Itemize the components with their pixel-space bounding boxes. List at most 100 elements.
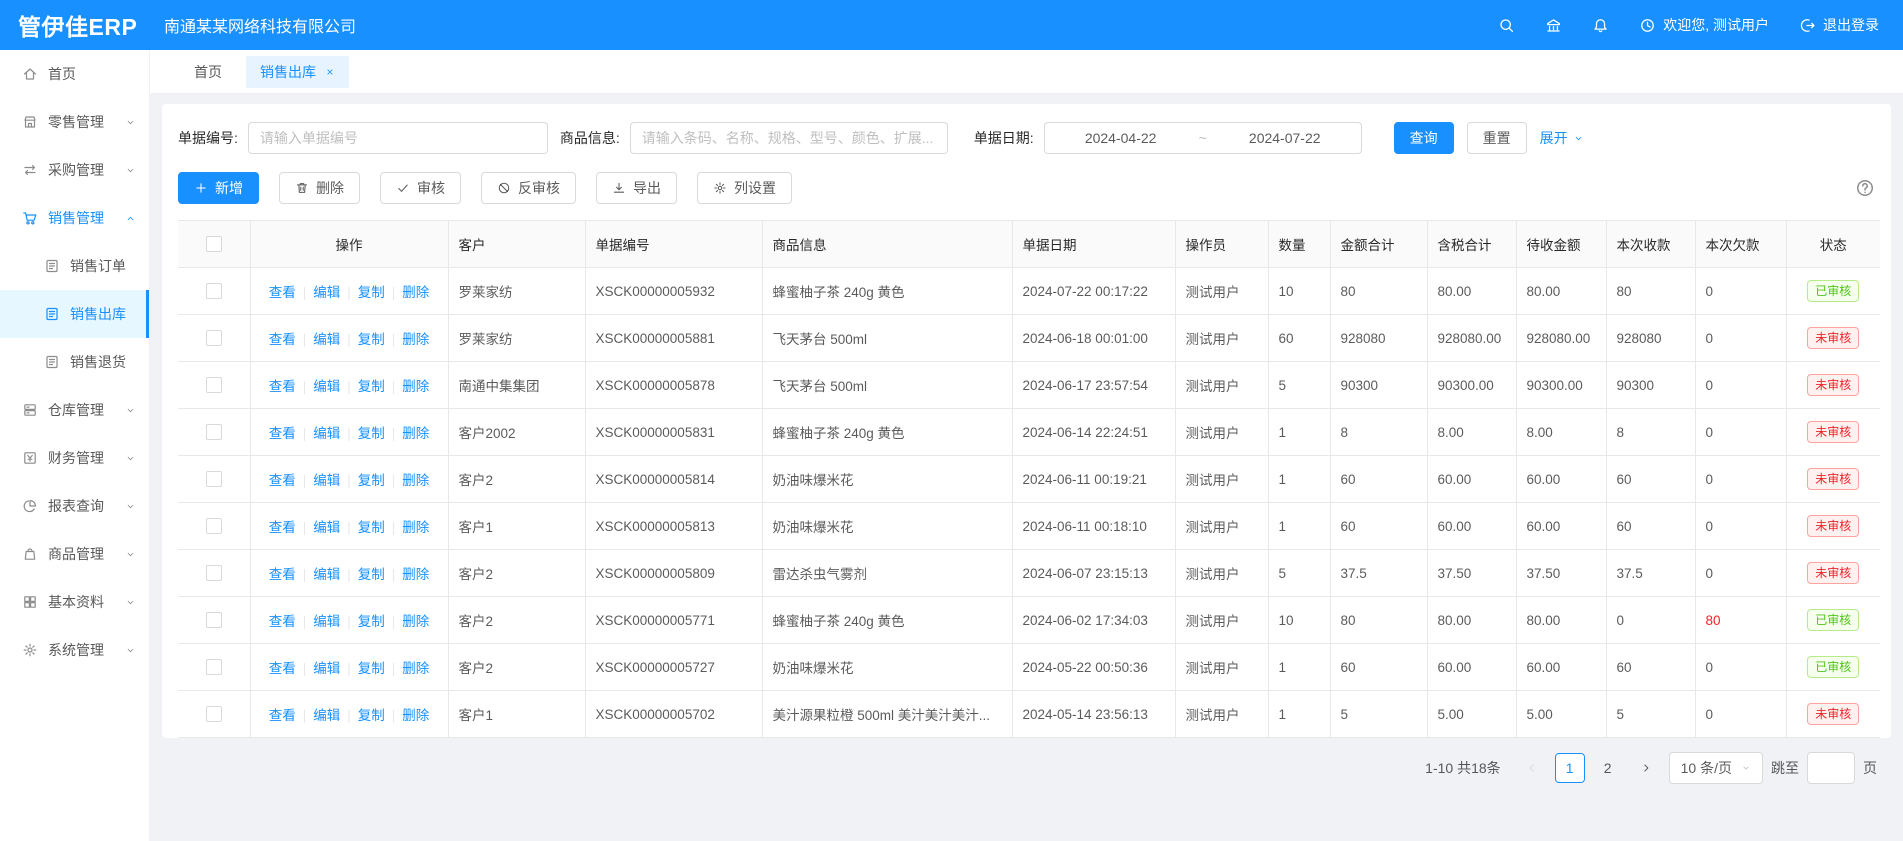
logout-button[interactable]: 退出登录 [1799,15,1879,35]
column-header[interactable]: 单据编号 [585,221,762,268]
row-action-view[interactable]: 查看 [269,332,296,347]
page-size-select[interactable]: 10 条/页 [1669,752,1763,784]
row-action-edit[interactable]: 编辑 [313,614,340,629]
bill-no-input[interactable] [248,122,548,154]
search-icon[interactable] [1498,17,1515,34]
column-settings-button[interactable]: 列设置 [697,172,792,204]
row-action-view[interactable]: 查看 [269,614,296,629]
row-checkbox[interactable] [206,565,222,581]
row-checkbox[interactable] [206,330,222,346]
row-action-copy[interactable]: 复制 [358,708,385,723]
row-action-edit[interactable]: 编辑 [313,473,340,488]
page-button-2[interactable]: 2 [1593,753,1623,783]
export-button[interactable]: 导出 [596,172,677,204]
row-checkbox[interactable] [206,377,222,393]
column-header[interactable]: 含税合计 [1427,221,1516,268]
row-action-copy[interactable]: 复制 [358,473,385,488]
sidebar-item-warehouse[interactable]: 仓库管理 [0,386,149,434]
add-button[interactable]: 新增 [178,172,259,204]
row-action-copy[interactable]: 复制 [358,567,385,582]
sidebar-item-sales-outbound[interactable]: 销售出库 [0,290,149,338]
row-action-edit[interactable]: 编辑 [313,332,340,347]
column-header[interactable]: 本次收款 [1606,221,1695,268]
row-action-view[interactable]: 查看 [269,708,296,723]
row-action-copy[interactable]: 复制 [358,661,385,676]
row-action-view[interactable]: 查看 [269,285,296,300]
date-end[interactable]: 2024-07-22 [1209,130,1361,146]
column-header[interactable]: 状态 [1786,221,1880,268]
row-action-edit[interactable]: 编辑 [313,426,340,441]
unaudit-button[interactable]: 反审核 [481,172,576,204]
bell-icon[interactable] [1592,17,1609,34]
row-checkbox[interactable] [206,471,222,487]
sidebar-item-basic-data[interactable]: 基本资料 [0,578,149,626]
row-action-view[interactable]: 查看 [269,473,296,488]
sidebar-item-system[interactable]: 系统管理 [0,626,149,674]
column-header[interactable]: 客户 [448,221,585,268]
row-action-delete[interactable]: 删除 [402,426,429,441]
row-checkbox[interactable] [206,612,222,628]
row-action-view[interactable]: 查看 [269,661,296,676]
row-action-copy[interactable]: 复制 [358,426,385,441]
column-header[interactable]: 单据日期 [1012,221,1175,268]
row-action-view[interactable]: 查看 [269,567,296,582]
bank-icon[interactable] [1545,17,1562,34]
row-action-delete[interactable]: 删除 [402,661,429,676]
row-action-delete[interactable]: 删除 [402,379,429,394]
reset-button[interactable]: 重置 [1467,122,1527,154]
row-action-delete[interactable]: 删除 [402,285,429,300]
welcome-user[interactable]: 欢迎您, 测试用户 [1639,15,1769,35]
sidebar-item-home[interactable]: 首页 [0,50,149,98]
next-page-button[interactable] [1631,753,1661,783]
sidebar-item-sales[interactable]: 销售管理 [0,194,149,242]
row-action-delete[interactable]: 删除 [402,332,429,347]
row-action-edit[interactable]: 编辑 [313,285,340,300]
tab-home[interactable]: 首页 [180,56,236,88]
sidebar-item-goods[interactable]: 商品管理 [0,530,149,578]
column-header[interactable]: 操作 [250,221,448,268]
row-checkbox[interactable] [206,706,222,722]
close-icon[interactable] [325,67,335,77]
row-action-edit[interactable]: 编辑 [313,661,340,676]
row-action-edit[interactable]: 编辑 [313,379,340,394]
row-action-delete[interactable]: 删除 [402,520,429,535]
product-input[interactable] [630,122,948,154]
row-action-edit[interactable]: 编辑 [313,708,340,723]
column-header[interactable]: 金额合计 [1330,221,1427,268]
row-action-view[interactable]: 查看 [269,520,296,535]
prev-page-button[interactable] [1517,753,1547,783]
row-action-view[interactable]: 查看 [269,379,296,394]
row-checkbox[interactable] [206,283,222,299]
sidebar-item-sales-order[interactable]: 销售订单 [0,242,149,290]
audit-button[interactable]: 审核 [380,172,461,204]
row-action-delete[interactable]: 删除 [402,567,429,582]
sidebar-item-finance[interactable]: 财务管理 [0,434,149,482]
column-header[interactable]: 商品信息 [762,221,1012,268]
row-action-copy[interactable]: 复制 [358,520,385,535]
sidebar-item-sales-return[interactable]: 销售退货 [0,338,149,386]
search-button[interactable]: 查询 [1394,122,1454,154]
row-action-edit[interactable]: 编辑 [313,567,340,582]
row-action-delete[interactable]: 删除 [402,614,429,629]
page-button-1[interactable]: 1 [1555,753,1585,783]
page-jump-input[interactable] [1807,752,1855,784]
row-action-delete[interactable]: 删除 [402,473,429,488]
column-header[interactable]: 数量 [1268,221,1330,268]
sidebar-item-retail[interactable]: 零售管理 [0,98,149,146]
row-action-copy[interactable]: 复制 [358,332,385,347]
column-header[interactable]: 待收金额 [1516,221,1606,268]
tab-sales-outbound[interactable]: 销售出库 [246,56,349,88]
row-action-view[interactable]: 查看 [269,426,296,441]
row-checkbox[interactable] [206,518,222,534]
date-start[interactable]: 2024-04-22 [1045,130,1197,146]
row-action-edit[interactable]: 编辑 [313,520,340,535]
row-checkbox[interactable] [206,424,222,440]
row-action-copy[interactable]: 复制 [358,379,385,394]
row-action-delete[interactable]: 删除 [402,708,429,723]
help-icon[interactable] [1855,178,1875,198]
select-all-checkbox[interactable] [206,236,222,252]
column-header[interactable]: 本次欠款 [1695,221,1786,268]
expand-link[interactable]: 展开 [1540,128,1584,148]
row-checkbox[interactable] [206,659,222,675]
sidebar-item-report[interactable]: 报表查询 [0,482,149,530]
